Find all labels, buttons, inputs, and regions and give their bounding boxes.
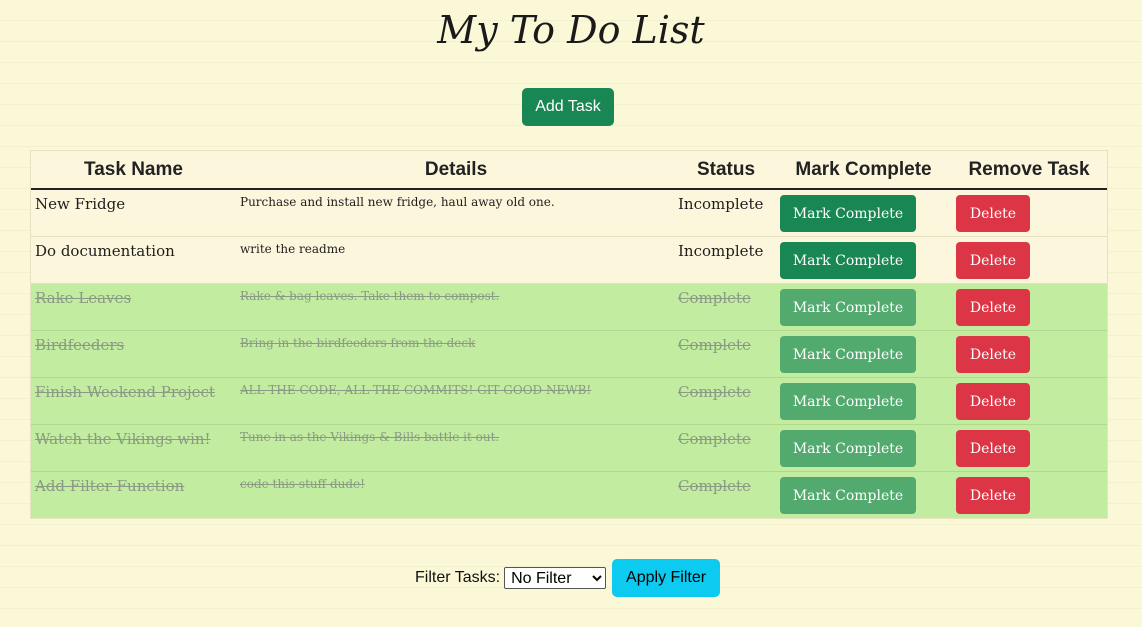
- column-header-details: Details: [424, 159, 488, 180]
- column-header-remove-task: Remove Task: [968, 159, 1090, 180]
- task-name-cell: Finish Weekend Project: [35, 383, 215, 401]
- task-details-cell: Rake & bag leaves. Take them to compost.: [240, 289, 500, 303]
- column-header-status: Status: [696, 159, 756, 180]
- task-details-cell: Tune in as the Vikings & Bills battle it…: [240, 430, 500, 444]
- task-status-cell: Complete: [678, 336, 751, 354]
- task-details-cell: Purchase and install new fridge, haul aw…: [240, 195, 555, 209]
- task-details-cell: write the readme: [240, 242, 346, 256]
- task-name-cell: Birdfeeders: [35, 336, 125, 354]
- mark-complete-button[interactable]: Mark Complete: [780, 289, 916, 326]
- delete-button[interactable]: Delete: [956, 242, 1030, 279]
- mark-complete-button[interactable]: Mark Complete: [780, 430, 916, 467]
- mark-complete-button[interactable]: Mark Complete: [780, 383, 916, 420]
- filter-select[interactable]: No Filter: [504, 567, 607, 589]
- table-row: Birdfeeders Bring in the birdfeeders from…: [31, 331, 1107, 378]
- task-status-cell: Incomplete: [678, 195, 764, 213]
- table-row: Rake Leaves Rake & bag leaves. Take them …: [31, 284, 1107, 331]
- table-row: Watch the Vikings win! Tune in as the Vik…: [31, 425, 1107, 472]
- task-status-cell: Complete: [678, 289, 751, 307]
- task-details-cell: code this stuff dude!: [240, 477, 365, 491]
- table-body: New Fridge Purchase and install new fridg…: [31, 190, 1107, 518]
- delete-button[interactable]: Delete: [956, 336, 1030, 373]
- table-row: Add Filter Function code this stuff dude!…: [31, 472, 1107, 518]
- task-status-cell: Complete: [678, 477, 751, 495]
- page-title: My To Do List: [437, 8, 705, 52]
- task-name-cell: New Fridge: [35, 195, 126, 213]
- task-status-cell: Complete: [678, 383, 751, 401]
- filter-label: Filter Tasks:: [415, 569, 501, 586]
- delete-button[interactable]: Delete: [956, 195, 1030, 232]
- mark-complete-button[interactable]: Mark Complete: [780, 242, 916, 279]
- delete-button[interactable]: Delete: [956, 289, 1030, 326]
- mark-complete-button[interactable]: Mark Complete: [780, 195, 916, 232]
- mark-complete-button[interactable]: Mark Complete: [780, 477, 916, 514]
- task-details-cell: ALL THE CODE, ALL THE COMMITS! GIT GOOD …: [240, 383, 592, 397]
- column-header-mark-complete: Mark Complete: [795, 159, 932, 180]
- task-table: Task Name Details Status Mark Complete R…: [30, 150, 1108, 519]
- delete-button[interactable]: Delete: [956, 430, 1030, 467]
- table-row: Finish Weekend Project ALL THE CODE, ALL …: [31, 378, 1107, 425]
- task-name-cell: Add Filter Function: [35, 477, 185, 495]
- task-name-cell: Watch the Vikings win!: [35, 430, 211, 448]
- task-name-cell: Do documentation: [35, 242, 175, 260]
- column-header-task-name: Task Name: [84, 159, 183, 180]
- task-status-cell: Complete: [678, 430, 751, 448]
- task-name-cell: Rake Leaves: [35, 289, 132, 307]
- filter-bar: Filter Tasks: No Filter Apply Filter: [415, 559, 721, 597]
- task-details-cell: Bring in the birdfeeders from the deck: [240, 336, 476, 350]
- delete-button[interactable]: Delete: [956, 383, 1030, 420]
- add-task-button[interactable]: Add Task: [522, 88, 614, 126]
- mark-complete-button[interactable]: Mark Complete: [780, 336, 916, 373]
- task-status-cell: Incomplete: [678, 242, 764, 260]
- table-row: New Fridge Purchase and install new fridg…: [31, 190, 1107, 237]
- apply-filter-button[interactable]: Apply Filter: [612, 559, 721, 597]
- table-header: Task Name Details Status Mark Complete R…: [31, 151, 1107, 190]
- table-row: Do documentation write the readme Incomple…: [31, 237, 1107, 284]
- delete-button[interactable]: Delete: [956, 477, 1030, 514]
